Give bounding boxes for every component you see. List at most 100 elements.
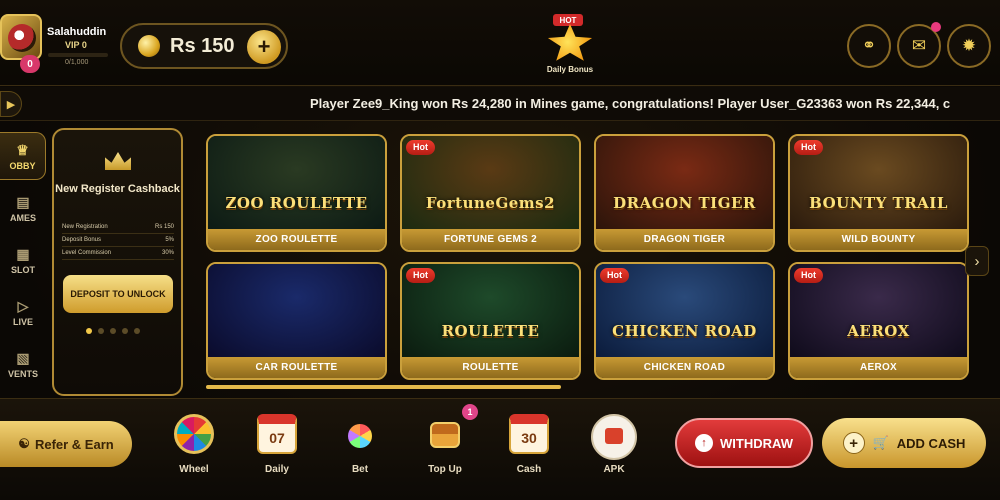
- add-balance-button[interactable]: +: [247, 30, 281, 64]
- treasure-chest-icon: [430, 422, 460, 448]
- sidebar-item-label: VENTS: [7, 368, 38, 379]
- game-art-title: AEROX: [847, 322, 910, 340]
- promo-table: New Registration Rs 150 Deposit Bonus 5% L…: [62, 221, 174, 260]
- cashback-promo-card[interactable]: New Register Cashback New Registration Rs…: [52, 128, 183, 396]
- hot-badge: Hot: [406, 268, 435, 283]
- sidebar-item-label: SLOT: [11, 264, 35, 275]
- mail-icon: ✉: [911, 36, 927, 55]
- sidebar-item-slot[interactable]: ▦ SLOT: [0, 236, 46, 284]
- game-tile[interactable]: CAR ROULETTE: [206, 262, 387, 380]
- promo-title: New Register Cashback: [55, 183, 180, 195]
- deposit-to-unlock-button[interactable]: DEPOSIT TO UNLOCK: [63, 275, 173, 313]
- side-nav: ♕ OBBY ▤ AMES ▦ SLOT ▷ LIVE ▧ VENTS: [0, 122, 48, 396]
- apk-label: APK: [603, 464, 625, 475]
- hot-badge: Hot: [406, 140, 435, 155]
- promo-row-name: Deposit Bonus: [62, 237, 102, 243]
- game-title: ZOO ROULETTE: [208, 229, 385, 250]
- top-up-label: Top Up: [428, 464, 462, 475]
- slot-icon: ▦: [16, 245, 30, 262]
- game-thumbnail: [208, 136, 385, 231]
- carousel-dots[interactable]: [86, 328, 140, 334]
- refer-earn-button[interactable]: ☯ Refer & Earn: [0, 421, 132, 467]
- sidebar-item-label: LIVE: [12, 316, 33, 327]
- balance-pill: Rs 150 +: [120, 23, 288, 69]
- hot-badge: HOT: [553, 14, 583, 26]
- promo-row: Deposit Bonus 5%: [62, 234, 174, 247]
- game-title: WILD BOUNTY: [790, 229, 967, 250]
- cart-icon: 🛒: [872, 435, 889, 450]
- carousel-dot[interactable]: [110, 328, 116, 334]
- apk-button[interactable]: APK: [584, 414, 644, 484]
- game-tile[interactable]: AEROX Hot AEROX: [788, 262, 969, 380]
- hot-badge: Hot: [794, 140, 823, 155]
- promo-row-value: 30%: [161, 250, 174, 256]
- chevron-right-icon[interactable]: ›: [965, 246, 989, 276]
- support-button[interactable]: ⚭: [847, 24, 891, 68]
- top-up-badge: 1: [462, 404, 478, 420]
- sidebar-item-live[interactable]: ▷ LIVE: [0, 288, 46, 336]
- game-tile[interactable]: ZOO ROULETTE ZOO ROULETTE: [206, 134, 387, 252]
- coin-icon: [138, 35, 160, 57]
- top-bar: 0 Salahuddin VIP 0 0/1,000 Rs 150 + HOT …: [0, 0, 1000, 86]
- top-up-button[interactable]: Top Up: [415, 414, 475, 484]
- game-tile[interactable]: BOUNTY TRAIL Hot WILD BOUNTY: [788, 134, 969, 252]
- bet-icon: [348, 424, 372, 448]
- bet-label: Bet: [351, 464, 369, 475]
- game-tile[interactable]: FortuneGems2 Hot FORTUNE GEMS 2: [400, 134, 581, 252]
- wheel-button[interactable]: Wheel: [164, 414, 224, 484]
- star-icon: [547, 24, 593, 61]
- carousel-dot[interactable]: [134, 328, 140, 334]
- sidebar-item-lobby[interactable]: ♕ OBBY: [0, 132, 46, 180]
- promo-row-value: 5%: [165, 237, 174, 243]
- game-title: CHICKEN ROAD: [596, 357, 773, 378]
- notification-badge: 0: [20, 55, 40, 73]
- game-tile[interactable]: DRAGON TIGER DRAGON TIGER: [594, 134, 775, 252]
- game-title: ROULETTE: [402, 357, 579, 378]
- wheel-label: Wheel: [179, 464, 209, 475]
- cash-button[interactable]: 30 Cash: [499, 414, 559, 484]
- cash-label: Cash: [516, 464, 542, 475]
- sidebar-item-games[interactable]: ▤ AMES: [0, 184, 46, 232]
- game-tile[interactable]: CHICKEN ROAD Hot CHICKEN ROAD: [594, 262, 775, 380]
- game-title: CAR ROULETTE: [208, 357, 385, 378]
- game-title: AEROX: [790, 357, 967, 378]
- game-thumbnail: [596, 136, 773, 231]
- daily-button[interactable]: 07 Daily: [247, 414, 307, 484]
- game-lobby-screen: 0 Salahuddin VIP 0 0/1,000 Rs 150 + HOT …: [0, 0, 1000, 500]
- carousel-dot[interactable]: [122, 328, 128, 334]
- vip-progress-text: 0/1,000: [65, 59, 89, 66]
- play-icon: ▷: [17, 297, 29, 314]
- promo-row-value: Rs 150: [154, 224, 174, 230]
- balance-amount: Rs 150: [170, 35, 235, 57]
- settings-button[interactable]: ✹: [947, 24, 991, 68]
- wheel-icon: [174, 414, 214, 454]
- withdraw-button[interactable]: ↑ WITHDRAW: [675, 418, 813, 468]
- download-icon: [591, 414, 637, 460]
- mail-notification-dot: [931, 22, 941, 32]
- daily-label: Daily: [265, 464, 289, 475]
- carousel-dot[interactable]: [86, 328, 92, 334]
- add-cash-button[interactable]: + 🛒 ADD CASH: [822, 418, 986, 468]
- promo-row-name: New Registration: [62, 224, 108, 230]
- avatar-image: [8, 24, 36, 52]
- bet-button[interactable]: Bet: [330, 414, 390, 484]
- plus-icon: +: [842, 432, 865, 454]
- ticker-text: Player Zee9_King won Rs 24,280 in Mines …: [310, 96, 951, 111]
- crown-icon: ♕: [16, 141, 29, 158]
- avatar[interactable]: [0, 14, 42, 60]
- calendar-icon: 30: [509, 414, 549, 454]
- game-art-title: DRAGON TIGER: [613, 194, 756, 212]
- refer-earn-label: Refer & Earn: [34, 436, 114, 452]
- promo-row: Level Commission 30%: [62, 247, 174, 260]
- sidebar-item-events[interactable]: ▧ VENTS: [0, 340, 46, 388]
- horizontal-scrollbar[interactable]: [206, 385, 561, 389]
- hot-badge: Hot: [600, 268, 629, 283]
- game-art-title: CHICKEN ROAD: [612, 322, 757, 340]
- headset-icon: ⚭: [861, 36, 877, 55]
- game-tile[interactable]: ROULETTE Hot ROULETTE: [400, 262, 581, 380]
- carousel-dot[interactable]: [98, 328, 104, 334]
- sidebar-item-label: OBBY: [9, 160, 36, 171]
- game-art-title: BOUNTY TRAIL: [809, 194, 948, 212]
- daily-bonus-button[interactable]: HOT Daily Bonus: [540, 14, 600, 76]
- game-art-title: FortuneGems2: [425, 194, 556, 212]
